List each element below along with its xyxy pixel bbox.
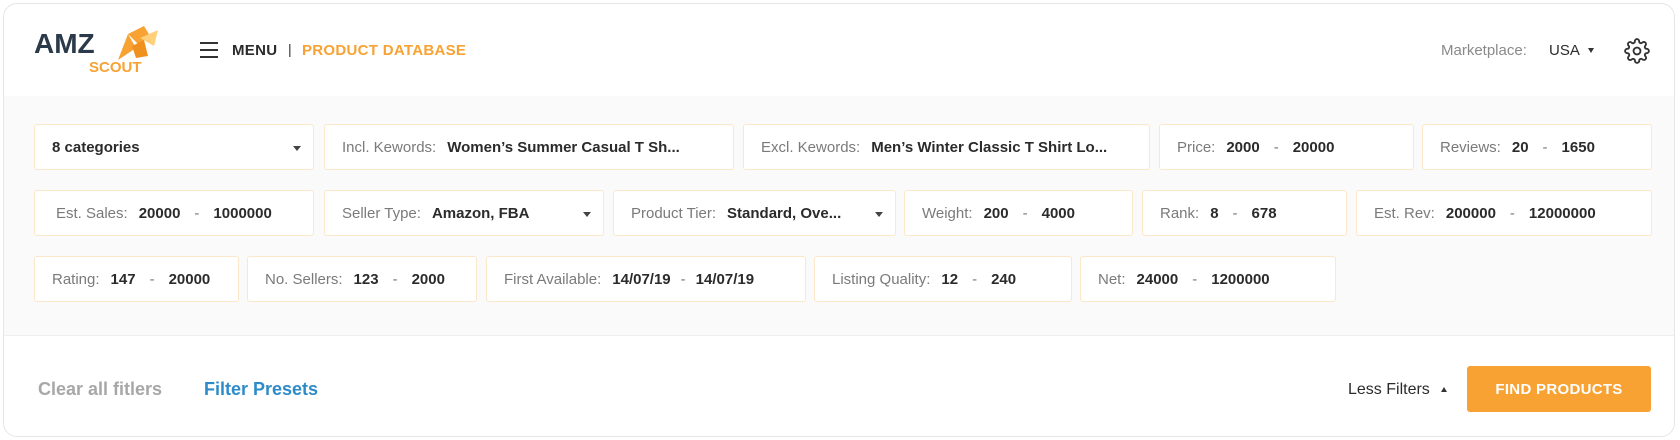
range-dash: - — [972, 270, 978, 288]
seller-type-value: Amazon, FBA — [431, 204, 530, 222]
reviews-range[interactable]: Reviews: 20 - 1650 — [1422, 124, 1652, 170]
reviews-label: Reviews: — [1440, 138, 1501, 156]
filter-presets-link[interactable]: Filter Presets — [204, 379, 318, 400]
menu-button[interactable]: MENU — [232, 42, 277, 59]
categories-value: 8 categories — [52, 138, 140, 156]
product-tier-select[interactable]: Product Tier: Standard, Ove... — [613, 190, 896, 236]
price-label: Price: — [1177, 138, 1216, 156]
breadcrumb-separator: | — [288, 41, 292, 57]
marketplace-label: Marketplace: — [1441, 42, 1527, 59]
caret-down-icon — [583, 212, 591, 217]
breadcrumb-product-database[interactable]: PRODUCT DATABASE — [302, 42, 466, 59]
listing-quality-range[interactable]: Listing Quality: 12 - 240 — [814, 256, 1072, 302]
est-rev-min[interactable]: 200000 — [1446, 205, 1496, 222]
no-sellers-min[interactable]: 123 — [354, 271, 379, 288]
listing-quality-max[interactable]: 240 — [991, 271, 1016, 288]
excl-keywords-input[interactable]: Excl. Kewords: Men’s Winter Classic T Sh… — [743, 124, 1150, 170]
est-sales-range[interactable]: Est. Sales: 20000 - 1000000 — [34, 190, 314, 236]
first-available-from[interactable]: 14/07/19 — [612, 271, 670, 288]
listing-quality-min[interactable]: 12 — [941, 271, 958, 288]
weight-range[interactable]: Weight: 200 - 4000 — [904, 190, 1133, 236]
categories-select[interactable]: 8 categories — [34, 124, 314, 170]
est-sales-min[interactable]: 20000 — [139, 205, 181, 222]
weight-label: Weight: — [922, 204, 973, 222]
excl-keywords-value: Men’s Winter Classic T Shirt Lo... — [871, 138, 1108, 156]
est-rev-label: Est. Rev: — [1374, 204, 1435, 222]
no-sellers-range[interactable]: No. Sellers: 123 - 2000 — [247, 256, 477, 302]
amzscout-logo[interactable]: AMZ SCOUT — [34, 24, 164, 80]
price-range[interactable]: Price: 2000 - 20000 — [1159, 124, 1414, 170]
filters-panel: 8 categories Incl. Kewords: Women’s Summ… — [4, 96, 1674, 336]
rank-label: Rank: — [1160, 204, 1200, 222]
caret-down-icon — [293, 146, 301, 151]
est-rev-range[interactable]: Est. Rev: 200000 - 12000000 — [1356, 190, 1652, 236]
range-dash: - — [1509, 204, 1515, 222]
no-sellers-max[interactable]: 2000 — [412, 271, 445, 288]
range-dash: - — [680, 270, 686, 288]
net-label: Net: — [1098, 270, 1126, 288]
excl-keywords-label: Excl. Kewords: — [761, 138, 861, 156]
header: AMZ SCOUT MENU | PRODUCT DATABASE Market… — [4, 4, 1674, 96]
rating-label: Rating: — [52, 270, 100, 288]
est-rev-max[interactable]: 12000000 — [1529, 205, 1596, 222]
marketplace-select[interactable]: USA — [1549, 42, 1580, 59]
rank-range[interactable]: Rank: 8 - 678 — [1142, 190, 1347, 236]
range-dash: - — [1232, 204, 1238, 222]
reviews-min[interactable]: 20 — [1512, 139, 1529, 156]
net-min[interactable]: 24000 — [1137, 271, 1179, 288]
incl-keywords-label: Incl. Kewords: — [342, 138, 437, 156]
est-sales-max[interactable]: 1000000 — [213, 205, 271, 222]
caret-up-icon[interactable] — [1441, 387, 1447, 392]
first-available-label: First Available: — [504, 270, 602, 288]
product-tier-label: Product Tier: — [631, 204, 717, 222]
incl-keywords-input[interactable]: Incl. Kewords: Women’s Summer Casual T S… — [324, 124, 734, 170]
gear-icon[interactable] — [1624, 38, 1650, 64]
product-tier-value: Standard, Ove... — [727, 204, 842, 222]
weight-min[interactable]: 200 — [984, 205, 1009, 222]
hamburger-icon[interactable] — [200, 42, 220, 58]
first-available-to[interactable]: 14/07/19 — [696, 271, 754, 288]
range-dash: - — [1542, 138, 1548, 156]
listing-quality-label: Listing Quality: — [832, 270, 931, 288]
range-dash: - — [194, 204, 200, 222]
logo-text-scout: SCOUT — [89, 59, 142, 76]
rating-min[interactable]: 147 — [111, 271, 136, 288]
range-dash: - — [149, 270, 155, 288]
less-filters-toggle[interactable]: Less Filters — [1348, 381, 1430, 399]
caret-down-icon — [875, 212, 883, 217]
first-available-range[interactable]: First Available: 14/07/19 - 14/07/19 — [486, 256, 806, 302]
logo-text-amz: AMZ — [34, 28, 95, 59]
rating-max[interactable]: 20000 — [169, 271, 211, 288]
weight-max[interactable]: 4000 — [1042, 205, 1075, 222]
logo-arrow-icon — [118, 26, 158, 60]
range-dash: - — [1273, 138, 1279, 156]
range-dash: - — [392, 270, 398, 288]
rank-min[interactable]: 8 — [1210, 205, 1218, 222]
est-sales-label: Est. Sales: — [56, 204, 128, 222]
range-dash: - — [1022, 204, 1028, 222]
reviews-max[interactable]: 1650 — [1562, 139, 1595, 156]
price-min[interactable]: 2000 — [1226, 139, 1259, 156]
net-range[interactable]: Net: 24000 - 1200000 — [1080, 256, 1336, 302]
price-max[interactable]: 20000 — [1293, 139, 1335, 156]
clear-all-filters-link[interactable]: Clear all fitlers — [38, 379, 162, 400]
seller-type-label: Seller Type: — [342, 204, 421, 222]
caret-down-icon[interactable] — [1588, 48, 1594, 53]
product-database-panel: AMZ SCOUT MENU | PRODUCT DATABASE Market… — [3, 3, 1675, 437]
no-sellers-label: No. Sellers: — [265, 270, 343, 288]
incl-keywords-value: Women’s Summer Casual T Sh... — [447, 138, 680, 156]
rank-max[interactable]: 678 — [1252, 205, 1277, 222]
find-products-button[interactable]: FIND PRODUCTS — [1467, 366, 1651, 412]
rating-range[interactable]: Rating: 147 - 20000 — [34, 256, 239, 302]
net-max[interactable]: 1200000 — [1211, 271, 1269, 288]
range-dash: - — [1192, 270, 1198, 288]
seller-type-select[interactable]: Seller Type: Amazon, FBA — [324, 190, 604, 236]
